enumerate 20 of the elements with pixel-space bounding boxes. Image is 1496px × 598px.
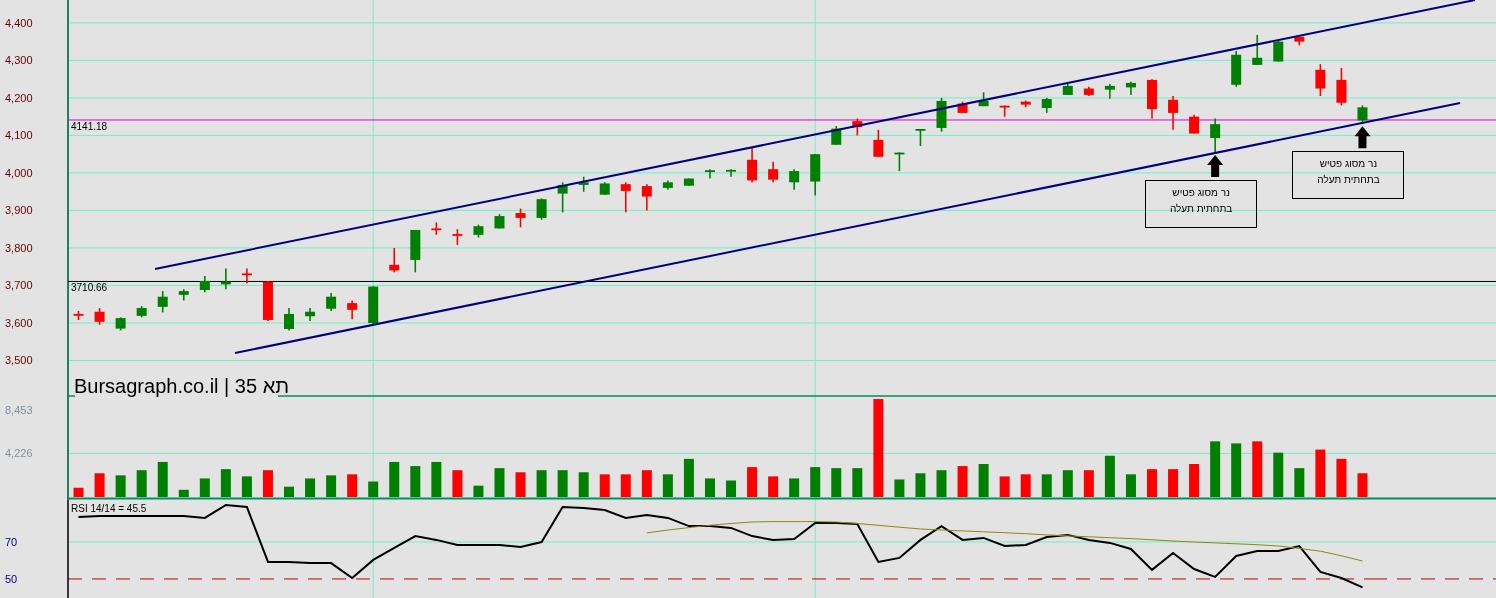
- callout-note: נר מסוג פטיש בתחתית תעלה: [1145, 180, 1258, 229]
- callout-note: נר מסוג פטיש בתחתית תעלה: [1292, 151, 1405, 200]
- axis-label: 4,300: [5, 54, 33, 67]
- indicator-label: RSI 14/14 = 45.5: [71, 503, 147, 514]
- axis-label: 3,500: [5, 354, 33, 367]
- axis-label: 4,400: [5, 16, 33, 29]
- axis-label: 50: [5, 572, 18, 585]
- axis-label: 3,800: [5, 241, 33, 254]
- axis-label: 3,700: [5, 279, 33, 292]
- axis-label: 4,200: [5, 91, 33, 104]
- axis-label: 4,000: [5, 166, 33, 179]
- axis-label: 4,100: [5, 129, 33, 142]
- axis-label: 3,900: [5, 204, 33, 217]
- axis-label: 70: [5, 535, 18, 548]
- price-level-label: 4141.18: [71, 120, 108, 132]
- chart-title: Bursagraph.co.il | תא 35: [74, 375, 290, 397]
- axis-label: 3,600: [5, 317, 33, 329]
- axis-label: 4,226: [5, 447, 33, 460]
- price-level-label: 3710.66: [71, 282, 108, 294]
- axis-label: 8,453: [5, 403, 33, 416]
